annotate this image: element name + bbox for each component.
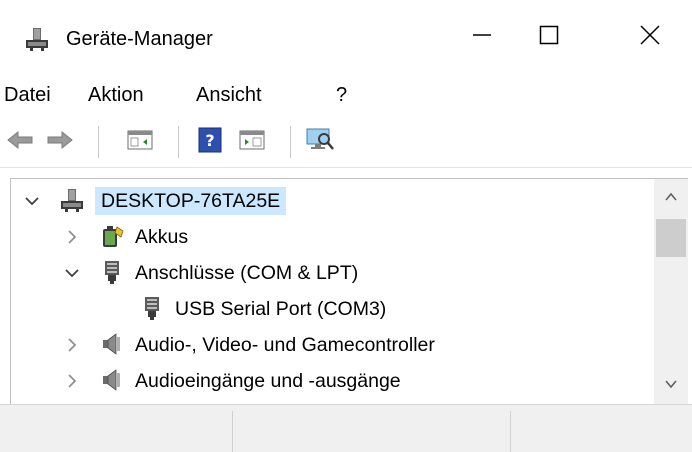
scan-hardware-icon [305, 127, 335, 158]
scroll-up-button[interactable] [654, 181, 688, 215]
console-tree-button[interactable] [124, 126, 156, 158]
tree-item-akkus[interactable]: Akkus [11, 219, 651, 255]
close-button[interactable] [620, 12, 680, 62]
menu-datei[interactable]: Datei [4, 80, 51, 110]
tree-item-label: Audio-, Video- und Gamecontroller [135, 334, 435, 356]
tree-root-node[interactable]: DESKTOP-76TA25E [11, 183, 651, 219]
maximize-button[interactable] [519, 12, 579, 62]
tree-item-label: Anschlüsse (COM & LPT) [135, 262, 359, 284]
tree-item-usb-serial-port[interactable]: USB Serial Port (COM3) [11, 291, 651, 327]
speaker-icon [99, 367, 125, 393]
port-icon [139, 295, 165, 321]
tree-item-audio-video[interactable]: Audio-, Video- und Gamecontroller [11, 327, 651, 363]
scan-hardware-button[interactable] [304, 126, 336, 158]
tree-item-anschluesse[interactable]: Anschlüsse (COM & LPT) [11, 255, 651, 291]
scrollbar-thumb[interactable] [656, 219, 686, 257]
back-button[interactable] [4, 126, 36, 158]
status-divider [510, 411, 511, 452]
menu-help[interactable]: ? [336, 80, 347, 110]
port-icon [99, 259, 125, 285]
tree-item-label: USB Serial Port (COM3) [175, 298, 387, 320]
svg-text:?: ? [205, 131, 214, 150]
back-arrow-icon [6, 130, 34, 155]
chevron-right-icon[interactable] [63, 372, 81, 390]
device-tree: DESKTOP-76TA25E Akkus Anschlüsse (COM & … [10, 178, 654, 404]
forward-button[interactable] [44, 126, 76, 158]
tree-root-label: DESKTOP-76TA25E [95, 187, 287, 215]
close-icon [640, 24, 660, 50]
tree-item-label: Akkus [135, 226, 189, 248]
action-pane-icon [239, 129, 265, 156]
vertical-scrollbar[interactable] [654, 178, 688, 404]
tree-item-label: Audioeingänge und -ausgänge [135, 370, 401, 392]
menu-ansicht[interactable]: Ansicht [196, 80, 262, 110]
menu-bar: Datei Aktion Ansicht ? [0, 76, 692, 118]
action-pane-button[interactable] [236, 126, 268, 158]
tree-item-audio-io[interactable]: Audioeingänge und -ausgänge [11, 363, 651, 399]
title-bar: Geräte-Manager [0, 0, 692, 76]
chevron-right-icon[interactable] [63, 228, 81, 246]
chevron-down-icon[interactable] [23, 192, 41, 210]
minimize-icon [472, 25, 492, 50]
scroll-down-button[interactable] [654, 368, 688, 402]
toolbar: ? [0, 118, 692, 168]
menu-aktion[interactable]: Aktion [88, 80, 144, 110]
forward-arrow-icon [46, 130, 74, 155]
speaker-icon [99, 331, 125, 357]
chevron-up-icon [664, 189, 678, 207]
toolbar-separator [178, 126, 179, 158]
computer-icon [59, 187, 85, 213]
chevron-down-icon [664, 376, 678, 394]
toolbar-separator [290, 126, 291, 158]
battery-icon [99, 223, 125, 249]
chevron-down-icon[interactable] [63, 264, 81, 282]
help-icon: ? [198, 127, 222, 158]
toolbar-separator [98, 126, 99, 158]
status-bar [0, 404, 692, 452]
chevron-right-icon[interactable] [63, 336, 81, 354]
status-divider [232, 411, 233, 452]
show-hide-console-tree-icon [127, 129, 153, 156]
window-title: Geräte-Manager [66, 28, 213, 50]
device-manager-icon [24, 26, 50, 52]
help-button[interactable]: ? [194, 126, 226, 158]
maximize-icon [539, 25, 559, 50]
minimize-button[interactable] [452, 12, 512, 62]
